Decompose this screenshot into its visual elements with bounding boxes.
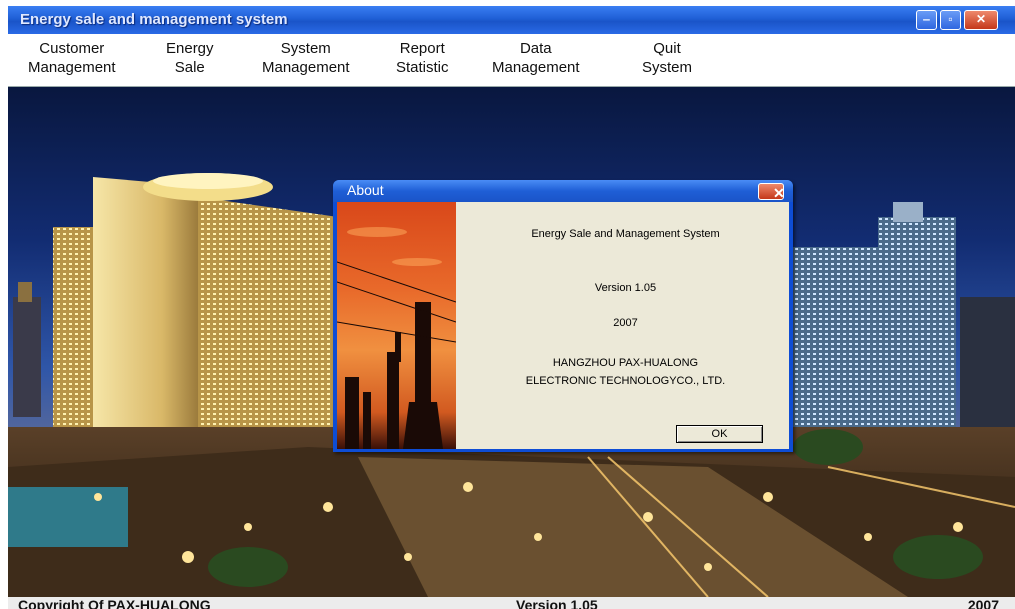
menu-customer-management[interactable]: Customer Management: [28, 39, 116, 77]
main-window: Energy sale and management system ‒ ▫ ✕ …: [8, 6, 1015, 609]
window-title: Energy sale and management system: [20, 11, 288, 28]
status-year: 2007: [967, 597, 999, 609]
menu-data-management[interactable]: Data Management: [492, 39, 580, 77]
maximize-button[interactable]: ▫: [940, 10, 961, 30]
status-copyright: Copyright Of PAX-HUALONG: [18, 597, 211, 609]
minimize-button[interactable]: ‒: [916, 10, 937, 30]
about-company-line1: HANGZHOU PAX-HUALONG: [552, 357, 699, 369]
menu-energy-sale[interactable]: Energy Sale: [166, 39, 214, 77]
title-bar[interactable]: Energy sale and management system ‒ ▫ ✕: [8, 6, 1015, 34]
status-version: Version 1.05: [516, 597, 598, 609]
about-dialog-body: Energy Sale and Management System Versio…: [337, 202, 789, 449]
status-bar: Copyright Of PAX-HUALONG Version 1.05 20…: [8, 597, 1015, 609]
about-version: Version 1.05: [594, 282, 657, 294]
about-dialog-title-bar[interactable]: About ✕: [333, 180, 793, 202]
maximize-icon: ▫: [948, 12, 953, 26]
close-icon: ✕: [773, 185, 785, 201]
about-company-line2: ELECTRONIC TECHNOLOGYCO., LTD.: [525, 375, 726, 387]
menu-quit-system[interactable]: Quit System: [642, 39, 692, 77]
minimize-icon: ‒: [923, 12, 930, 26]
about-close-button[interactable]: ✕: [758, 183, 785, 201]
about-dialog-title: About: [347, 182, 384, 198]
industrial-chimney-image: [337, 202, 456, 449]
about-year: 2007: [613, 317, 638, 329]
about-product-name: Energy Sale and Management System: [531, 228, 720, 240]
menu-report-statistic[interactable]: Report Statistic: [396, 39, 449, 77]
about-dialog: About ✕ Energy Sale and Management Syste…: [333, 180, 793, 452]
close-button[interactable]: ✕: [964, 10, 998, 30]
menu-bar: Customer Management Energy Sale System M…: [8, 34, 1015, 87]
close-icon: ✕: [975, 12, 987, 26]
menu-system-management[interactable]: System Management: [262, 39, 350, 77]
ok-button[interactable]: OK: [676, 425, 763, 443]
